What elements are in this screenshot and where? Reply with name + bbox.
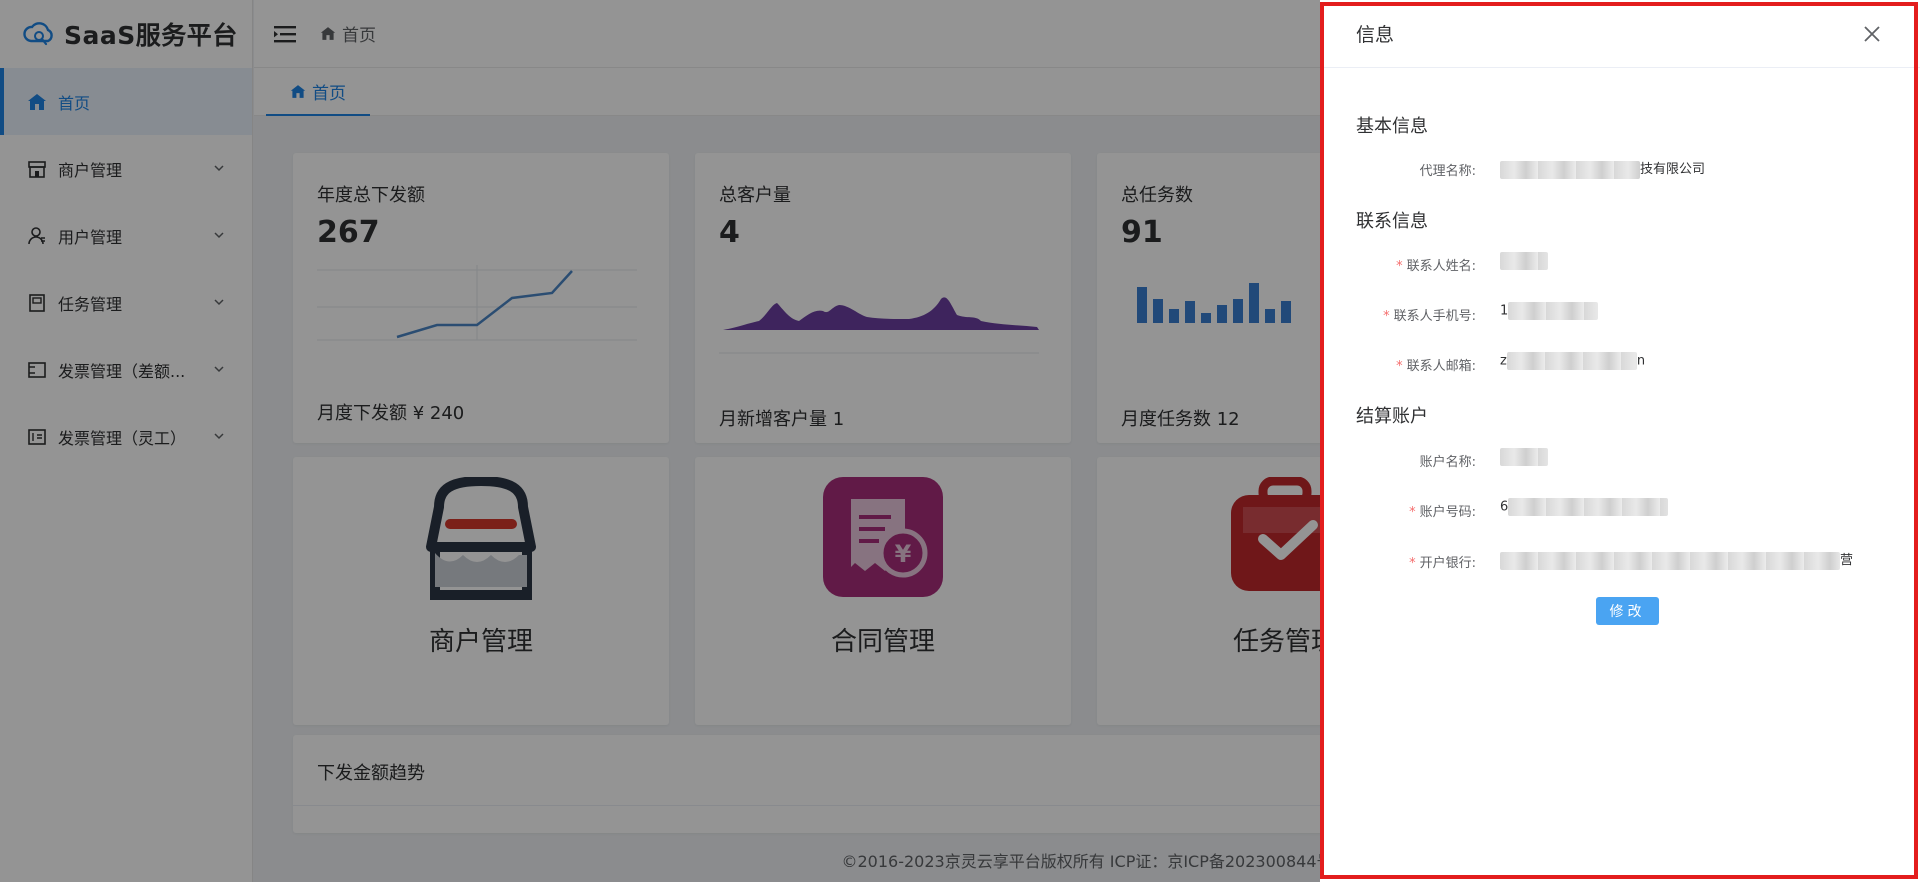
agent-name-label: 代理名称: <box>1419 164 1476 179</box>
redacted-block <box>1500 252 1548 270</box>
info-drawer: 信息 基本信息 代理名称: 技有限公司 联系信息 * 联系人姓名: * 联系人手机号… <box>1320 0 1920 882</box>
contact-email-label: * 联系人邮箱: <box>1396 359 1476 374</box>
edit-button[interactable]: 修改 <box>1596 597 1659 625</box>
contact-name-label: * 联系人姓名: <box>1396 259 1476 274</box>
section-contact-info: 联系信息 <box>1356 211 1428 232</box>
redacted-block <box>1508 498 1669 516</box>
redacted-block <box>1500 551 1840 570</box>
bank-value: 营 <box>1500 549 1853 570</box>
account-name-value <box>1500 448 1548 466</box>
redacted-block <box>1500 160 1640 179</box>
drawer-title: 信息 <box>1356 24 1395 46</box>
redacted-block <box>1506 352 1637 370</box>
section-settlement-account: 结算账户 <box>1356 406 1428 427</box>
contact-name-value <box>1500 252 1548 270</box>
close-icon[interactable] <box>1862 24 1882 44</box>
account-number-label: * 账户号码: <box>1409 505 1476 520</box>
drawer-header: 信息 <box>1320 0 1920 68</box>
contact-phone-label: * 联系人手机号: <box>1383 309 1476 324</box>
bank-label: * 开户银行: <box>1409 556 1476 571</box>
account-name-label: 账户名称: <box>1419 455 1476 470</box>
account-number-value: 6 <box>1500 498 1669 516</box>
agent-name-value: 技有限公司 <box>1500 158 1705 179</box>
contact-phone-value: 1 <box>1500 302 1599 320</box>
section-basic-info: 基本信息 <box>1356 116 1428 137</box>
redacted-block <box>1500 448 1548 466</box>
contact-email-value: zn <box>1500 352 1646 370</box>
redacted-block <box>1508 302 1599 320</box>
